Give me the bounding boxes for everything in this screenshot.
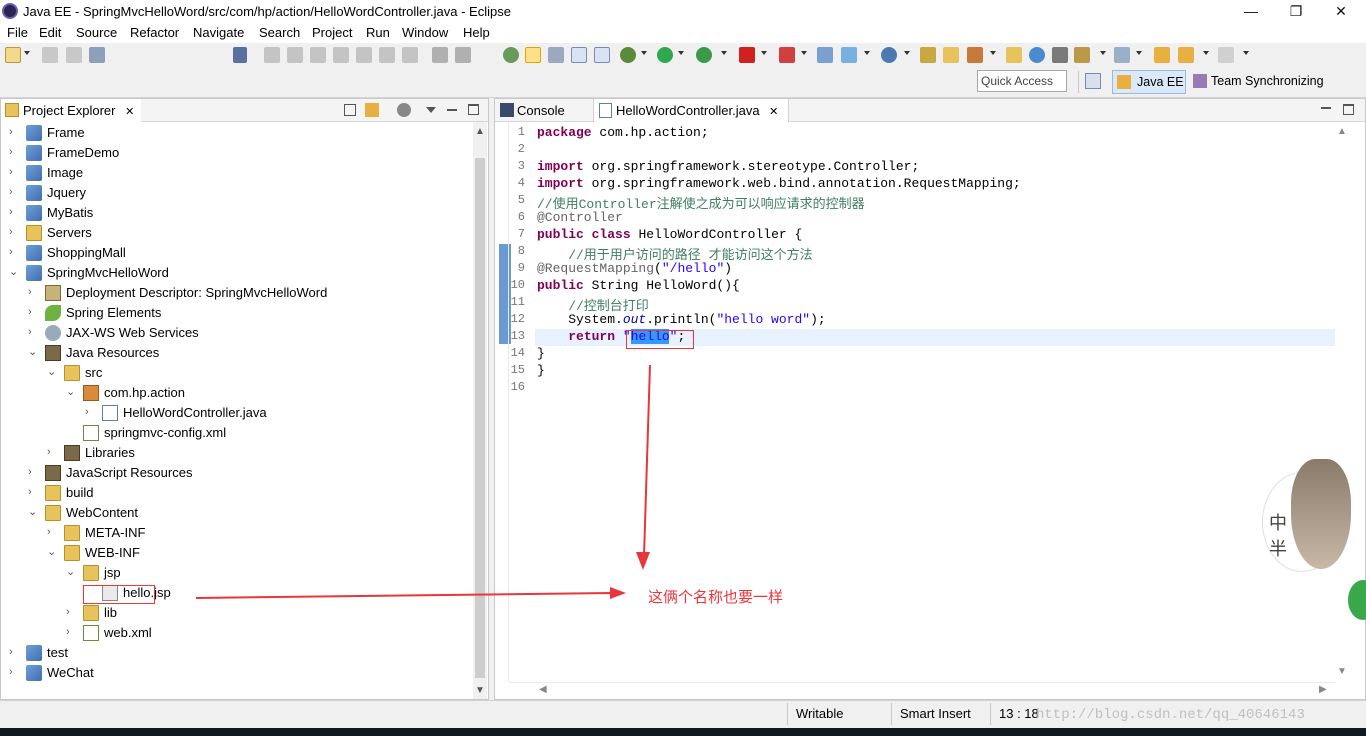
status-bar: Writable Smart Insert 13 : 18 http://blo… [0,700,1366,728]
status-divider [787,703,788,725]
annotation-arrow-down [643,364,651,557]
annotation-overlay [195,364,651,599]
status-divider [990,703,991,725]
avatar-widget[interactable]: 中半 [1262,459,1351,572]
status-cursor-position: 13 : 18 [999,706,1039,721]
annotation-arrowhead-left [610,587,626,599]
annotation-arrow-left [195,592,613,599]
status-divider [891,703,892,725]
avatar-hair [1291,459,1351,569]
taskbar [0,728,1366,736]
annotation-arrowhead-down [636,552,650,570]
avatar-glyph-icon: 中半 [1269,513,1287,560]
watermark-text: http://blog.csdn.net/qq_40646143 [1036,707,1305,723]
status-writable: Writable [796,706,844,721]
status-insert-mode: Smart Insert [900,706,971,721]
annotation-text: 这俩个名称也要一样 [648,589,784,606]
